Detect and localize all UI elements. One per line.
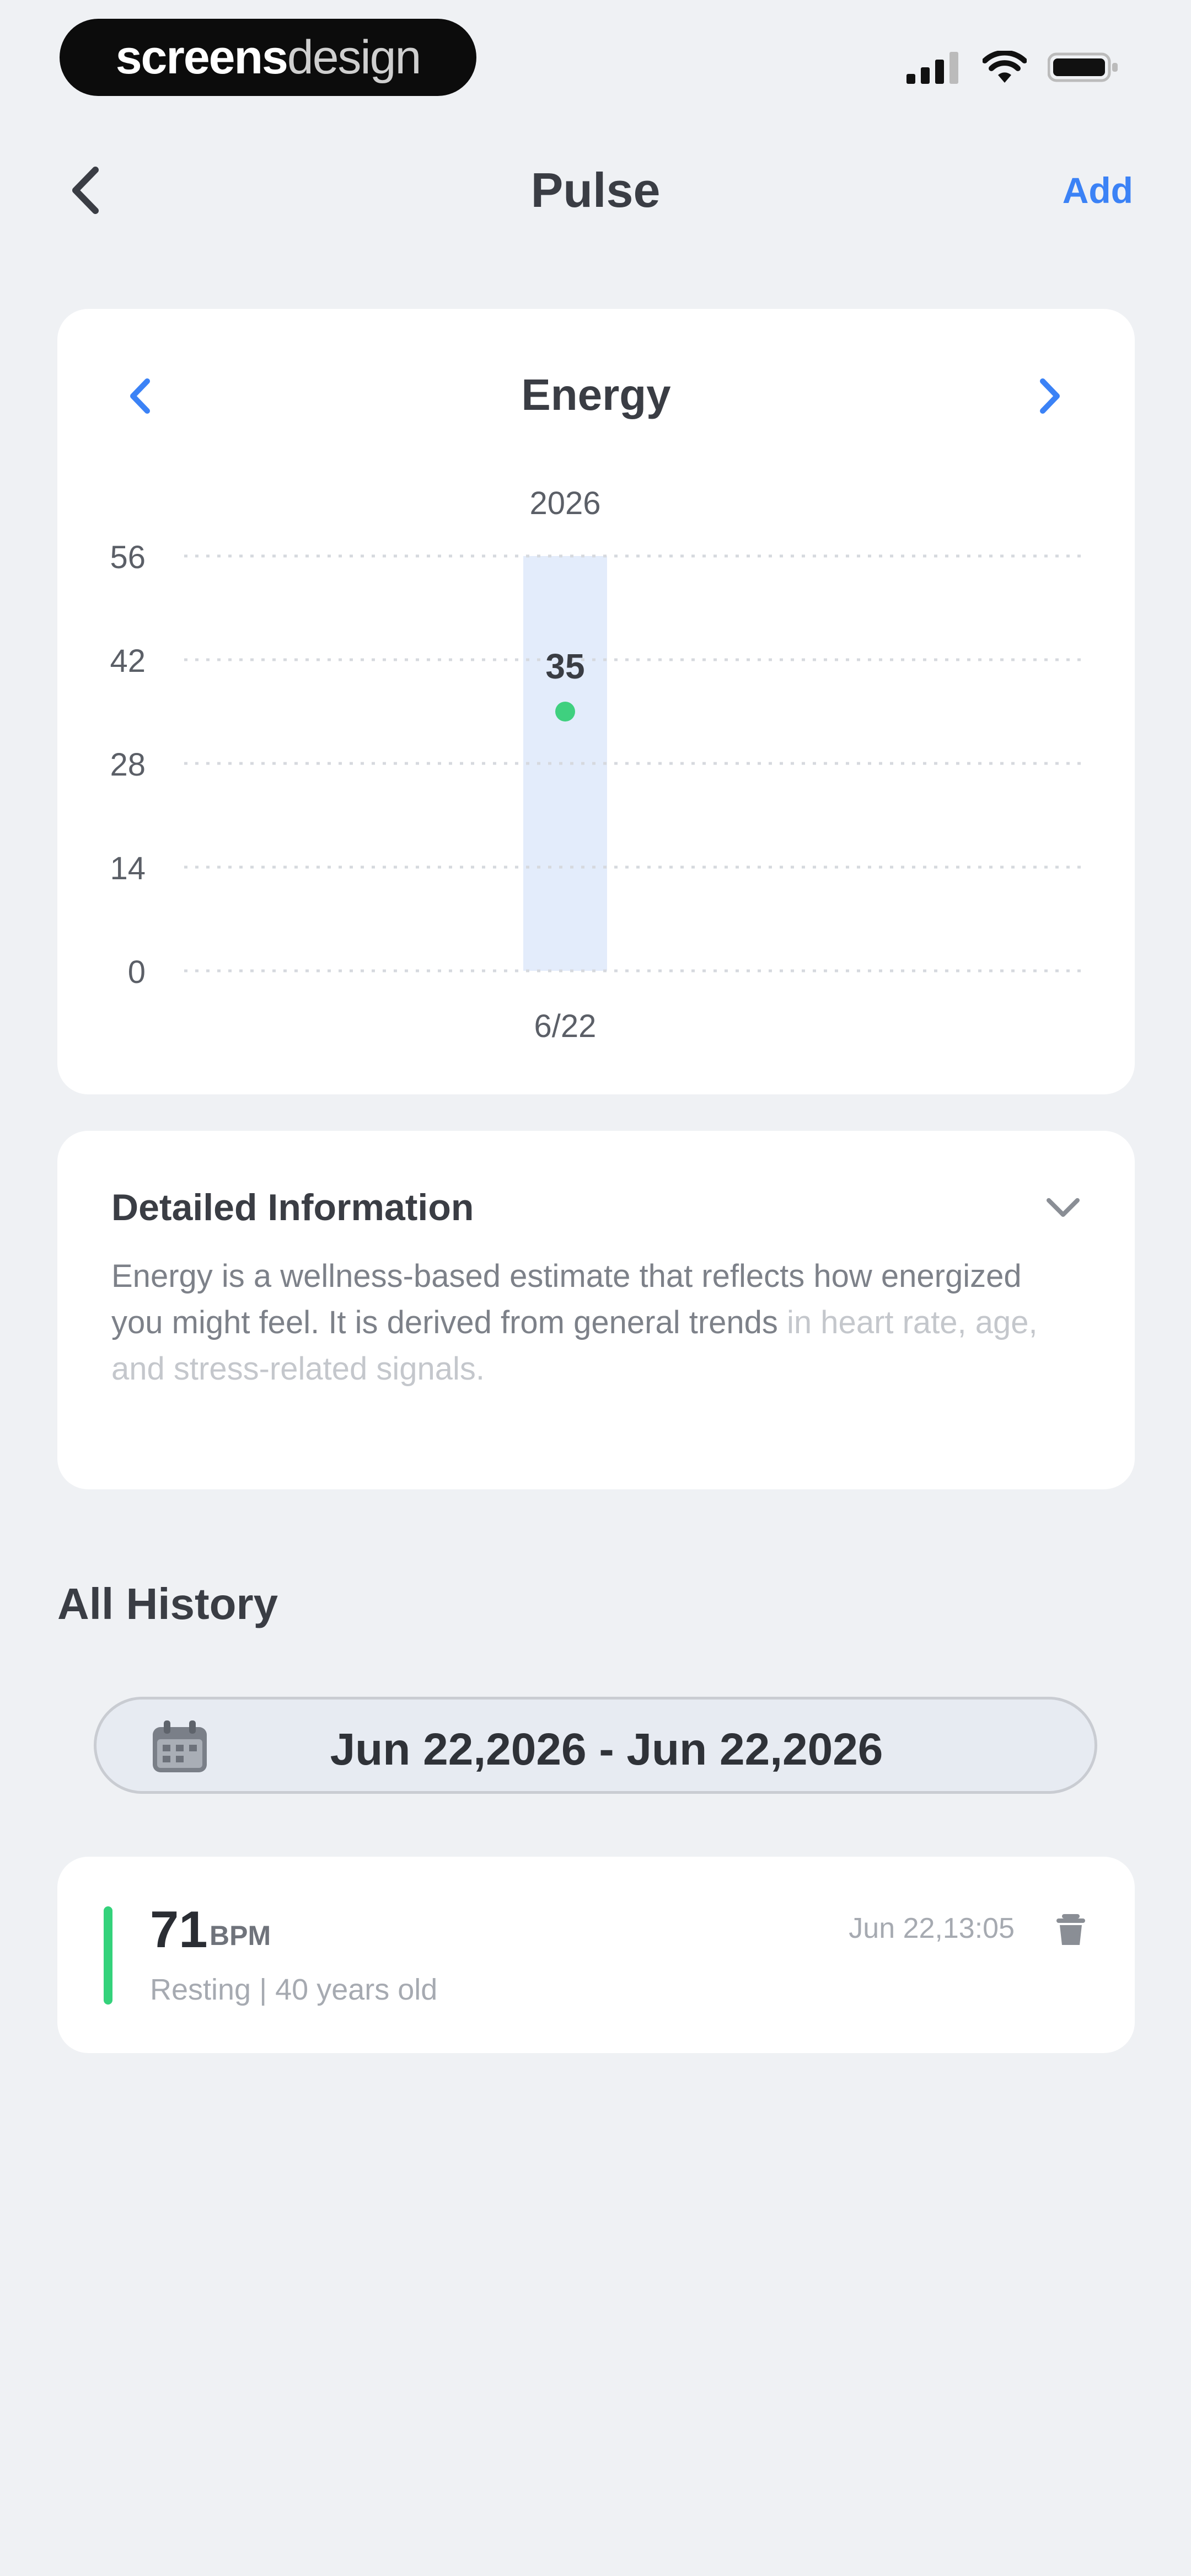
chevron-down-icon bbox=[1047, 1198, 1080, 1217]
history-heading: All History bbox=[57, 1579, 278, 1628]
y-tick-label: 14 bbox=[110, 851, 146, 886]
status-accent-bar bbox=[104, 1906, 112, 2005]
x-tick-label: 6/22 bbox=[534, 1008, 597, 1044]
bpm-value: 71 bbox=[150, 1900, 208, 1958]
date-range-text: Jun 22,2026 - Jun 22,2026 bbox=[330, 1724, 883, 1775]
expand-toggle[interactable] bbox=[1041, 1188, 1085, 1227]
status-icons bbox=[906, 51, 1119, 84]
battery-icon bbox=[1048, 52, 1118, 82]
brand-text-b: design bbox=[287, 30, 421, 84]
y-tick-label: 28 bbox=[110, 747, 146, 783]
entry-subtitle: Resting | 40 years old bbox=[150, 1973, 438, 2006]
screen: screensdesign Pulse Add Energy 56 42 28 … bbox=[0, 0, 1191, 2576]
page-title: Pulse bbox=[530, 163, 661, 217]
energy-chart-card: Energy 56 42 28 14 0 2026 35 6/22 bbox=[57, 309, 1135, 1094]
history-entry[interactable]: 71 BPM Resting | 40 years old Jun 22,13:… bbox=[57, 1857, 1135, 2053]
bpm-unit: BPM bbox=[210, 1920, 271, 1951]
detailed-info-card[interactable]: Detailed Information Energy is a wellnes… bbox=[57, 1131, 1135, 1489]
data-point bbox=[555, 702, 575, 722]
info-description: Energy is a wellness-based estimate that… bbox=[111, 1253, 1082, 1392]
entry-timestamp: Jun 22,13:05 bbox=[849, 1912, 1015, 1944]
data-value-label: 35 bbox=[545, 646, 584, 686]
y-tick-label: 42 bbox=[110, 643, 146, 679]
energy-bar-chart: 56 42 28 14 0 2026 35 6/22 bbox=[110, 485, 1083, 1044]
y-tick-label: 0 bbox=[128, 954, 146, 990]
back-button[interactable] bbox=[61, 160, 110, 221]
add-button[interactable]: Add bbox=[1063, 165, 1133, 215]
chevron-left-icon bbox=[72, 167, 99, 214]
wifi-icon bbox=[983, 51, 1027, 83]
brand-text-a: screens bbox=[115, 30, 288, 84]
date-range-picker[interactable]: Jun 22,2026 - Jun 22,2026 bbox=[94, 1697, 1097, 1794]
trash-icon bbox=[1056, 1914, 1085, 1945]
y-tick-label: 56 bbox=[110, 539, 146, 575]
delete-button[interactable] bbox=[1054, 1912, 1087, 1947]
signal-icon bbox=[906, 52, 958, 84]
year-label: 2026 bbox=[529, 485, 600, 521]
info-title: Detailed Information bbox=[111, 1187, 474, 1228]
brand-logo: screensdesign bbox=[60, 19, 476, 96]
